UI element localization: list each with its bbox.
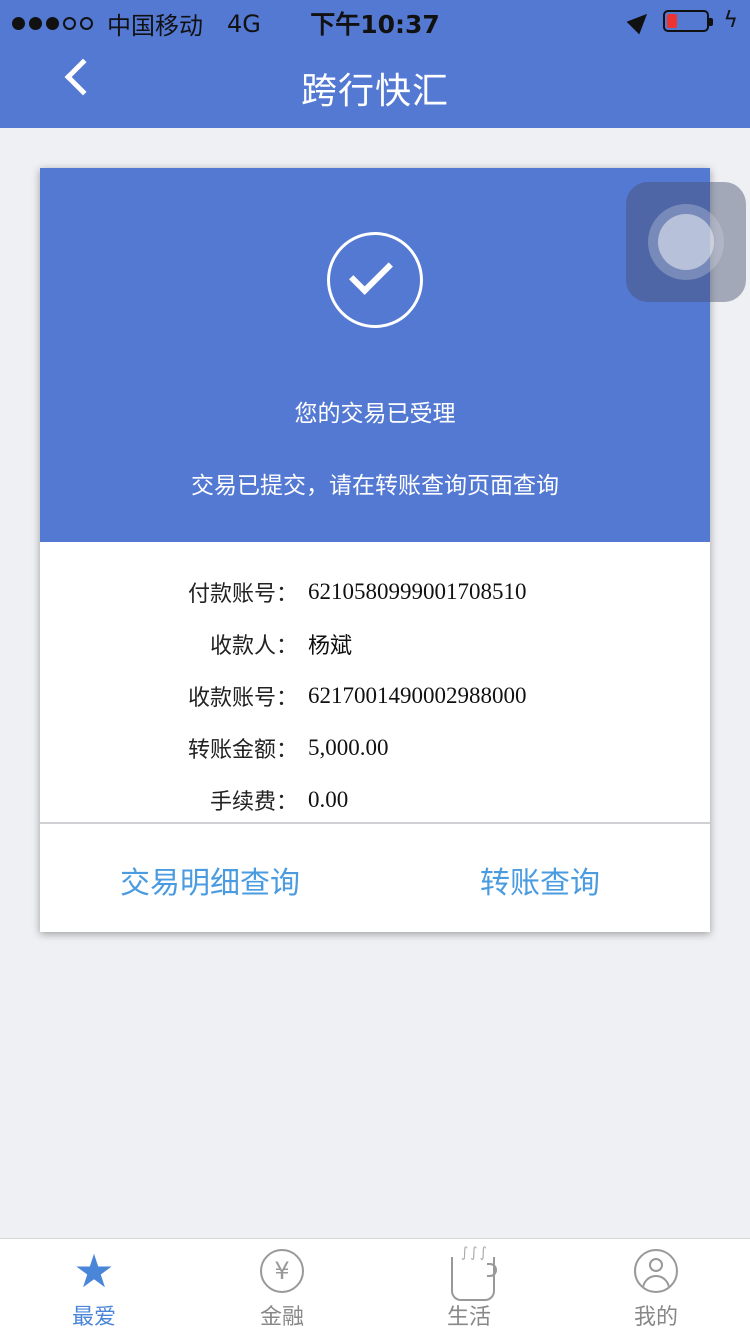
cup-handle [487,1263,497,1277]
accepted-message: 您的交易已受理 [294,401,456,427]
detail-label: 收款人： [209,634,298,659]
user-shoulder [642,1275,670,1291]
assistive-core [658,214,714,270]
result-card: 您的交易已受理 交易已提交，请在转账查询页面查询 付款账号： 621058099… [40,168,710,932]
detail-label: 转账金额： [187,738,298,763]
tab-label: 生活 [446,1305,491,1330]
detail-row-payer-account: 付款账号： 6210580999001708510 [40,566,710,618]
nav-bar: 跨行快汇 [0,40,750,128]
battery-icon [663,9,714,32]
detail-label: 付款账号： [187,582,298,607]
result-banner: 您的交易已受理 交易已提交，请在转账查询页面查询 [40,168,710,542]
tab-label: 我的 [633,1305,678,1330]
assistive-touch-button[interactable] [626,182,746,302]
page-title: 跨行快汇 [300,71,449,112]
detail-label: 收款账号： [187,686,298,711]
yen-icon: ¥ [260,1249,304,1293]
tab-bar: ★ 最爱 ¥ 金融 ∫∫∫ 生活 我的 [0,1238,750,1334]
status-right: ϟ [627,7,738,34]
transaction-detail-query-link[interactable]: 交易明细查询 [120,858,300,902]
submitted-message: 交易已提交，请在转账查询页面查询 [191,473,559,499]
battery-level [667,13,678,28]
detail-row-payee: 收款人： 杨斌 [40,618,710,670]
status-bar: 中国移动 4G 下午10:37 ϟ [0,0,750,40]
location-arrow-icon [627,7,654,34]
charging-bolt-icon: ϟ [723,8,738,33]
tab-label: 最爱 [71,1305,116,1330]
detail-value: 杨斌 [308,634,353,659]
check-circle-icon [327,232,423,328]
detail-label: 手续费： [209,790,298,815]
user-head [649,1258,663,1272]
tab-finance[interactable]: ¥ 金融 [188,1239,376,1334]
tab-favorites[interactable]: ★ 最爱 [0,1239,188,1334]
detail-row-amount: 转账金额： 5,000.00 [40,722,710,774]
action-links: 交易明细查询 转账查询 [40,824,710,932]
star-icon: ★ [73,1244,115,1298]
tab-life[interactable]: ∫∫∫ 生活 [375,1239,563,1334]
user-icon [634,1249,678,1293]
transaction-details: 付款账号： 6210580999001708510 收款人： 杨斌 收款账号： … [40,566,710,826]
detail-value: 0.00 [308,787,349,812]
transfer-query-link[interactable]: 转账查询 [480,858,600,902]
tab-label: 金融 [259,1305,304,1330]
detail-value: 6210580999001708510 [308,579,527,604]
tab-mine[interactable]: 我的 [562,1239,750,1334]
top-bar: 中国移动 4G 下午10:37 ϟ 跨行快汇 [0,0,750,128]
detail-value: 5,000.00 [308,735,389,760]
detail-row-fee: 手续费： 0.00 [40,774,710,826]
detail-row-payee-account: 收款账号： 6217001490002988000 [40,670,710,722]
checkmark-icon [349,251,393,295]
detail-value: 6217001490002988000 [308,683,527,708]
